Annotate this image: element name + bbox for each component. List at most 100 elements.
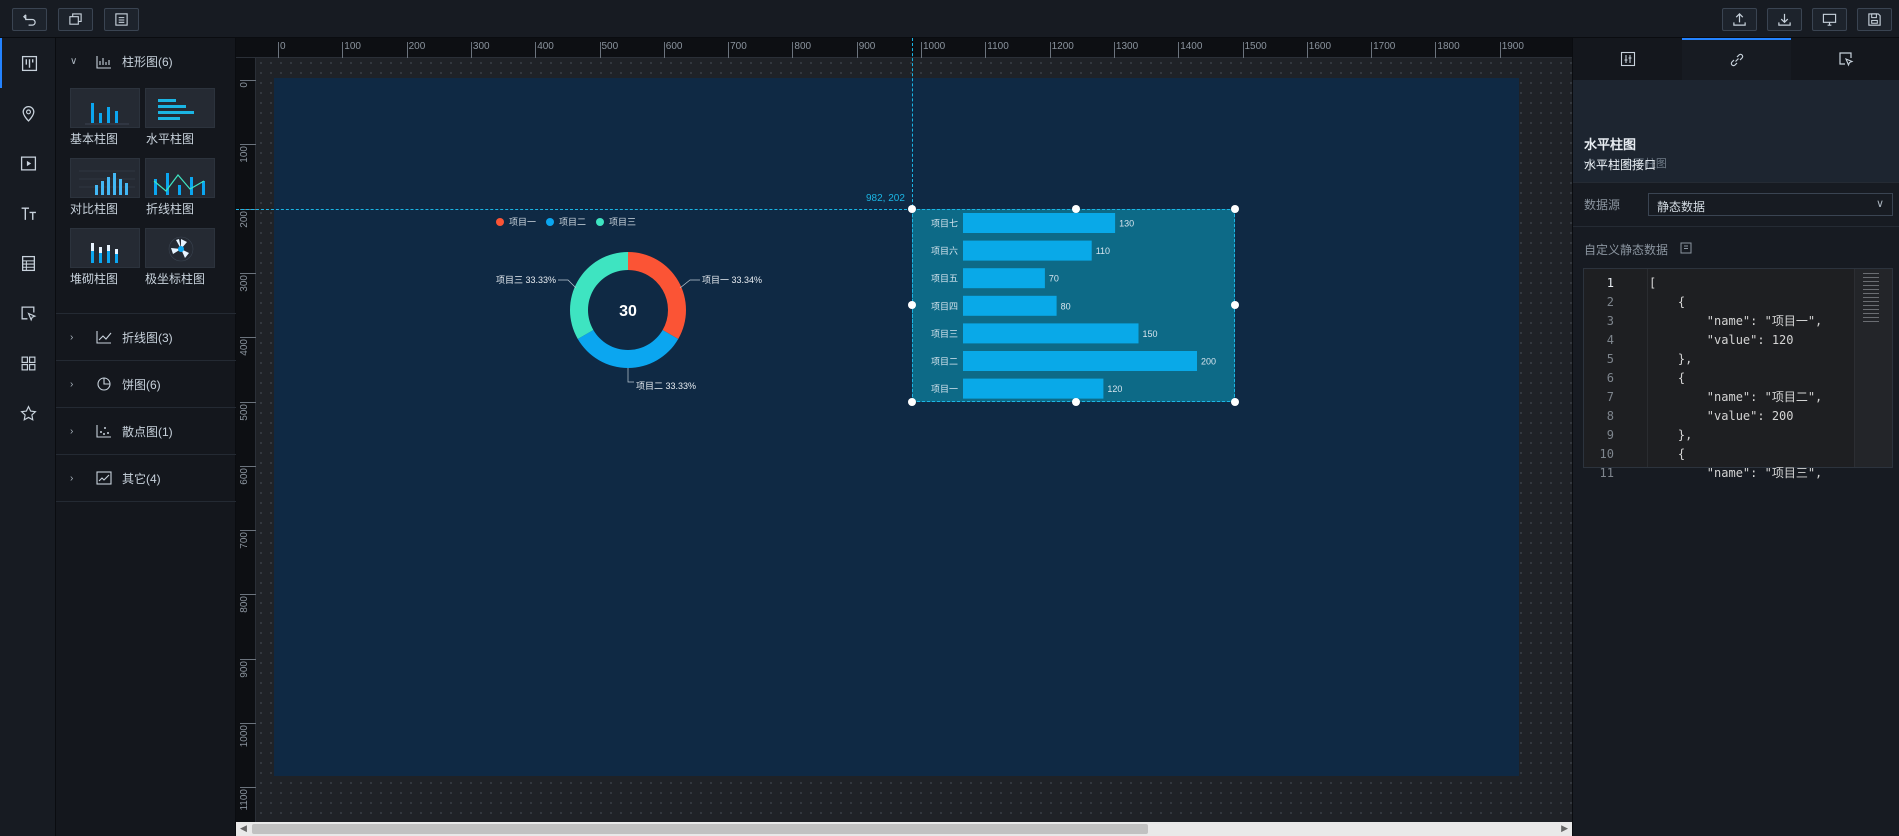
donut-label-line [627, 368, 634, 383]
ruler-label: 400 [537, 41, 554, 52]
scroll-left-icon[interactable]: ◀ [240, 823, 247, 834]
ruler-top[interactable]: 0 100 200 300 400 500 600 700 800 900 1000 1100 1200… [236, 38, 1572, 58]
tab-config[interactable] [1573, 38, 1682, 80]
thumb-horizontal-bar[interactable] [145, 88, 215, 128]
edit-icon[interactable] [1680, 242, 1692, 254]
bar[interactable] [963, 268, 1045, 289]
layers-button[interactable] [58, 8, 93, 31]
download-button[interactable] [1767, 8, 1802, 31]
ruler-label: 300 [472, 41, 490, 52]
category-line[interactable]: › 折线图(3) [56, 314, 236, 361]
ruler-label: 600 [665, 41, 683, 52]
preview-button[interactable] [1812, 8, 1847, 31]
left-icon-bar [0, 38, 56, 836]
code-text: { [1649, 370, 1686, 385]
nav-interaction[interactable] [0, 288, 56, 338]
ruler-tick [278, 42, 279, 58]
line-bar-preview-icon [153, 173, 205, 195]
screen-canvas[interactable] [274, 78, 1519, 776]
code-text: { [1649, 294, 1686, 309]
donut-label-line [679, 279, 700, 289]
undo-button[interactable] [12, 8, 47, 31]
bar-chart-icon [96, 55, 111, 69]
ruler-tick [240, 658, 256, 660]
category-bar[interactable]: ∨ 柱形图(6) [56, 38, 236, 85]
upload-button[interactable] [1722, 8, 1757, 31]
scrollbar-thumb[interactable] [252, 824, 1148, 834]
nav-chart[interactable] [0, 38, 56, 88]
thumb-stacked-bar[interactable] [70, 228, 140, 268]
nav-favorites[interactable] [0, 388, 56, 438]
nav-map[interactable] [0, 88, 56, 138]
upload-icon [1733, 13, 1746, 26]
bar[interactable] [963, 351, 1197, 371]
bar-value-label: 150 [1143, 329, 1158, 339]
category-scatter[interactable]: › 散点图(1) [56, 408, 236, 455]
datasource-select[interactable]: 静态数据 ∨ [1648, 193, 1893, 216]
code-line: 4 "value": 120 [1584, 330, 1884, 349]
category-line-label: 折线图(3) [122, 330, 173, 345]
thumb-line-bar[interactable] [145, 158, 215, 198]
code-text: "name": "项目三", [1649, 466, 1823, 480]
resize-handle-se[interactable] [1231, 398, 1239, 406]
basic-bar-preview-icon [85, 103, 129, 125]
donut-chart[interactable]: 项目一 项目二 项目三 30 项目一 33.34% 项目二 33.33% 项目三 33.… [480, 210, 780, 390]
ruler-tick [856, 42, 858, 58]
resize-handle-s[interactable] [1072, 398, 1080, 406]
resize-handle-nw[interactable] [908, 205, 916, 213]
bar[interactable] [963, 213, 1116, 233]
code-text: }, [1649, 427, 1693, 442]
nav-text[interactable] [0, 188, 56, 238]
resize-handle-n[interactable] [1072, 205, 1080, 213]
bar[interactable] [963, 378, 1104, 399]
text-icon [21, 206, 36, 220]
code-text: [ [1649, 275, 1657, 290]
ruler-label: 1400 [1180, 41, 1203, 52]
legend-swatch [546, 218, 554, 226]
list-button[interactable] [104, 8, 139, 31]
ruler-label: 1000 [239, 725, 250, 748]
category-pie[interactable]: › 饼图(6) [56, 361, 236, 408]
code-line: 1[ [1584, 273, 1884, 292]
ruler-label: 1800 [1437, 41, 1460, 52]
category-other[interactable]: › 其它(4) [56, 455, 236, 502]
ruler-tick [663, 42, 665, 58]
donut-slice[interactable] [628, 252, 686, 340]
ruler-tick [1499, 42, 1501, 58]
line-number: 10 [1599, 446, 1614, 461]
nav-grid[interactable] [0, 338, 56, 388]
thumb-polar-bar[interactable] [145, 228, 215, 268]
ruler-left[interactable]: 0 100 200 300 400 500 600 700 800 900 1000 1100 [236, 58, 256, 822]
static-data-editor[interactable]: 1[2 {3 "name": "项目一", 4 "value": 120 5 }, 6… [1583, 268, 1893, 480]
save-button[interactable] [1857, 8, 1892, 31]
nav-table[interactable] [0, 238, 56, 288]
thumb-compare-bar[interactable] [70, 158, 140, 198]
top-toolbar [0, 0, 1899, 38]
interaction-icon [20, 305, 36, 321]
resize-handle-e[interactable] [1231, 301, 1239, 309]
thumb-basic-bar[interactable] [70, 88, 140, 128]
resize-handle-sw[interactable] [908, 398, 916, 406]
horizontal-scrollbar[interactable]: ◀ ▶ [236, 822, 1572, 836]
ruler-tick [728, 42, 730, 58]
donut-slice[interactable] [577, 329, 679, 368]
nav-media[interactable] [0, 138, 56, 188]
ruler-tick [1178, 42, 1180, 58]
bar[interactable] [963, 240, 1092, 261]
ruler-tick [1371, 42, 1373, 58]
bar[interactable] [963, 323, 1139, 344]
scroll-right-icon[interactable]: ▶ [1561, 823, 1568, 834]
code-line: 7 "name": "项目二", [1584, 387, 1884, 406]
ruler-tick [470, 42, 472, 58]
resize-handle-w[interactable] [908, 301, 916, 309]
resize-handle-ne[interactable] [1231, 205, 1239, 213]
bar[interactable] [963, 295, 1057, 316]
tab-data[interactable] [1682, 38, 1791, 80]
tab-interaction[interactable] [1791, 38, 1899, 80]
donut-slice[interactable] [570, 252, 628, 339]
component-title: 水平柱图 [1584, 137, 1637, 152]
hbar-chart[interactable]: 项目七 130 项目六 110 项目五 70 项目四 80 项目三 150 项目二 200 项目一 120 [912, 209, 1235, 402]
bar-value-label: 110 [1096, 246, 1110, 256]
ruler-label: 500 [601, 41, 619, 52]
scatter-chart-icon [96, 425, 111, 438]
